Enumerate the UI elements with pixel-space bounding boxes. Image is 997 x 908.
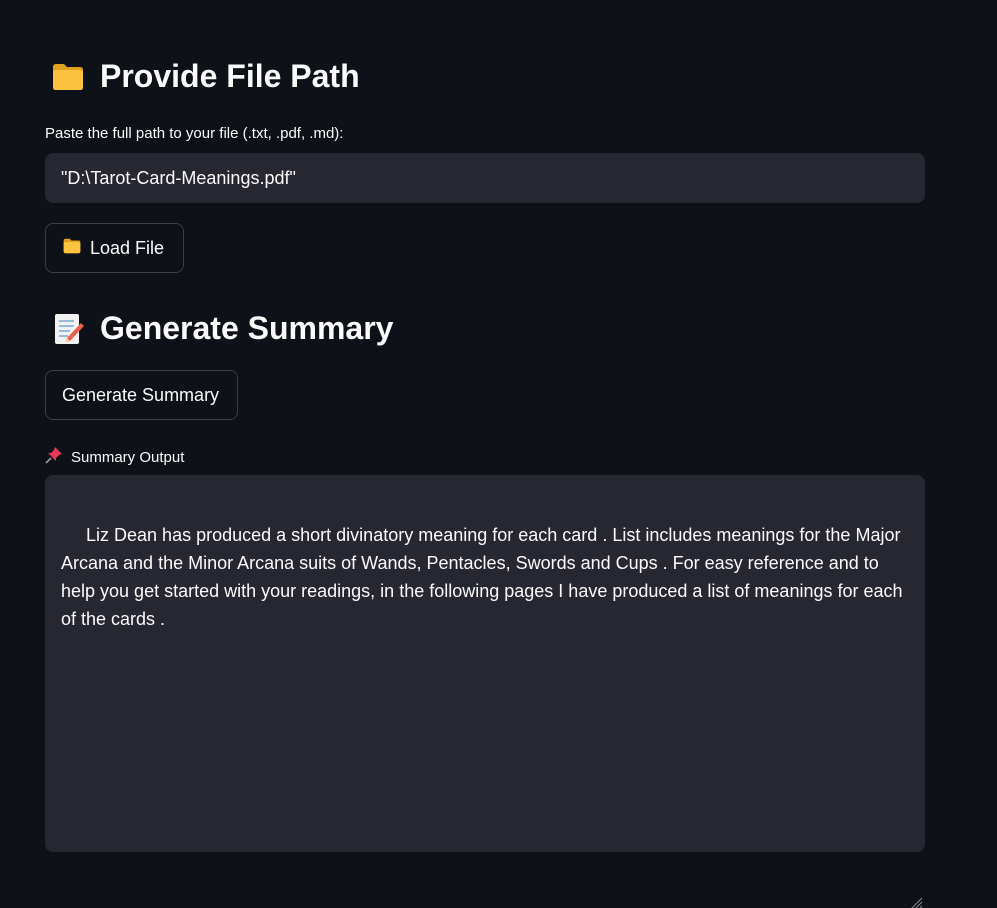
summary-output-label: Summary Output [45,446,184,468]
file-path-heading: Provide File Path [50,58,360,95]
generate-summary-label: Generate Summary [62,384,220,405]
pushpin-icon [45,446,63,468]
summary-output-text: Liz Dean has produced a short divinatory… [61,525,908,629]
folder-icon [50,59,86,95]
summary-title: Generate Summary [100,310,394,346]
memo-icon [50,311,86,347]
folder-icon [62,236,82,261]
summary-heading: Generate Summary [50,310,393,347]
app-page: Provide File Path Paste the full path to… [0,0,997,908]
load-file-button[interactable]: Load File [45,223,184,273]
file-path-title: Provide File Path [100,58,360,94]
summary-output-label-text: Summary Output [71,448,185,466]
summary-output-textarea[interactable]: Liz Dean has produced a short divinatory… [45,475,925,908]
file-path-label: Paste the full path to your file (.txt, … [45,125,344,142]
file-path-input[interactable] [45,153,925,203]
generate-summary-button[interactable]: Generate Summary [45,370,238,420]
resize-handle-icon[interactable] [907,834,923,908]
load-file-label: Load File [90,237,165,258]
